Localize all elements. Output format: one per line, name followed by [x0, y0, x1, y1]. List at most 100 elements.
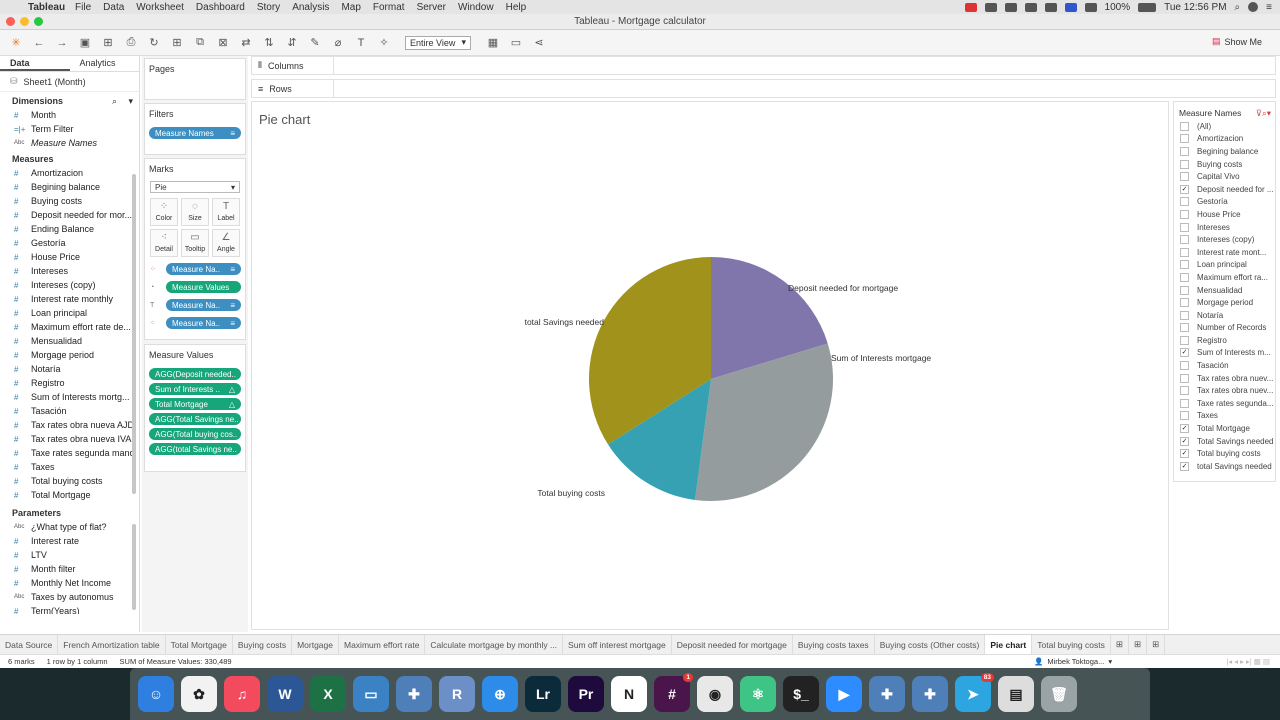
legend-item[interactable]: Registro — [1174, 334, 1275, 347]
chrome-icon[interactable]: ◉ — [697, 676, 733, 712]
measure-field[interactable]: # House Price — [0, 250, 139, 264]
mark-pill-angle[interactable]: Measure Values — [166, 281, 241, 293]
checkbox[interactable] — [1180, 285, 1189, 295]
sheet-tab[interactable]: Buying costs taxes — [793, 635, 875, 654]
legend-item[interactable]: Tax rates obra nuev... — [1174, 384, 1275, 397]
premiere-icon[interactable]: Pr — [568, 676, 604, 712]
legend-item[interactable]: Loan principal — [1174, 259, 1275, 272]
menu-analysis[interactable]: Analysis — [292, 2, 329, 13]
mark-pill-color[interactable]: Measure Na.. ≡ — [166, 263, 241, 275]
app-menu[interactable]: Tableau — [28, 2, 65, 13]
menu-dashboard[interactable]: Dashboard — [196, 2, 245, 13]
checkbox[interactable]: ✓ — [1180, 348, 1189, 358]
measures-scrollbar[interactable] — [132, 174, 136, 494]
new-dashboard-tab-icon[interactable]: ⊞ — [1129, 635, 1148, 654]
pages-card[interactable]: Pages — [144, 58, 246, 100]
measure-field[interactable]: # Notaría — [0, 362, 139, 376]
measure-field[interactable]: # Intereses — [0, 264, 139, 278]
excel-icon[interactable]: X — [310, 676, 346, 712]
measures-list[interactable]: # Amortizacion # Begining balance # Buying co… — [0, 166, 139, 504]
columns-shelf[interactable]: ⦀ Columns — [251, 56, 1276, 75]
zoom-icon[interactable]: ▶ — [826, 676, 862, 712]
finder-icon[interactable]: ☺ — [138, 676, 174, 712]
measure-field[interactable]: # Ending Balance — [0, 222, 139, 236]
legend-item[interactable]: ✓ Total Mortgage — [1174, 422, 1275, 435]
legend-item[interactable]: Capital Vivo — [1174, 170, 1275, 183]
checkbox[interactable] — [1180, 373, 1189, 383]
fit-select[interactable]: Entire View ▾ — [405, 35, 471, 50]
checkbox[interactable] — [1180, 310, 1189, 320]
datasource-item[interactable]: ⛁ Sheet1 (Month) — [0, 72, 139, 92]
mark-pill-detail[interactable]: Measure Na.. ≡ — [166, 317, 241, 329]
measure-field[interactable]: # Tasación — [0, 404, 139, 418]
clear-sheet-icon[interactable]: ⊠ — [215, 35, 231, 51]
zoom-icon[interactable] — [34, 17, 43, 26]
measure-field[interactable]: # Total buying costs — [0, 474, 139, 488]
close-icon[interactable] — [6, 17, 15, 26]
measure-field[interactable]: # Begining balance — [0, 180, 139, 194]
files-icon[interactable]: ▤ — [998, 676, 1034, 712]
legend-item[interactable]: Amortizacion — [1174, 133, 1275, 146]
checkbox[interactable] — [1180, 398, 1189, 408]
legend-item[interactable]: Intereses — [1174, 221, 1275, 234]
measure-field[interactable]: # Mensualidad — [0, 334, 139, 348]
measure-field[interactable]: # Loan principal — [0, 306, 139, 320]
legend-item[interactable]: (All) — [1174, 120, 1275, 133]
checkbox[interactable] — [1180, 146, 1189, 156]
legend-item[interactable]: ✓ Total buying costs — [1174, 447, 1275, 460]
legend-item[interactable]: Interest rate mont... — [1174, 246, 1275, 259]
legend-item[interactable]: Tax rates obra nuev... — [1174, 372, 1275, 385]
legend-item[interactable]: Notaría — [1174, 309, 1275, 322]
cloud-icon[interactable] — [1004, 2, 1017, 12]
lightroom-icon[interactable]: Lr — [525, 676, 561, 712]
label-button[interactable]: T Label — [212, 198, 240, 226]
measure-field[interactable]: # Deposit needed for mor... — [0, 208, 139, 222]
measure-field[interactable]: # Maximum effort rate de... — [0, 320, 139, 334]
sheet-tab[interactable]: Total Mortgage — [166, 635, 233, 654]
measure-field[interactable]: # Total Mortgage — [0, 488, 139, 502]
menu-map[interactable]: Map — [341, 2, 360, 13]
legend-item[interactable]: Tasación — [1174, 359, 1275, 372]
legend-item[interactable]: ✓ total Savings needed — [1174, 460, 1275, 473]
sheet-tab[interactable]: Calculate mortgage by monthly ... — [425, 635, 564, 654]
tableau-logo-icon[interactable]: ✳ — [8, 35, 24, 51]
refresh-icon[interactable]: ↻ — [146, 35, 162, 51]
measure-field[interactable]: # Buying costs — [0, 194, 139, 208]
filter-pill[interactable]: Measure Names ≡ — [149, 127, 241, 139]
measure-field[interactable]: # Morgage period — [0, 348, 139, 362]
keynote-icon[interactable]: ▭ — [353, 676, 389, 712]
duplicate-sheet-icon[interactable]: ⧉ — [192, 35, 208, 51]
new-worksheet-tab-icon[interactable]: ⊞ — [1111, 635, 1129, 654]
measure-field[interactable]: # Tax rates obra nueva IVA — [0, 432, 139, 446]
checkbox[interactable] — [1180, 361, 1189, 371]
parameters-scrollbar[interactable] — [132, 524, 136, 610]
parameter-field[interactable]: # Term(Years) — [0, 604, 139, 614]
swap-icon[interactable]: ⇄ — [238, 35, 254, 51]
checkbox[interactable] — [1180, 323, 1189, 333]
checkbox[interactable] — [1180, 298, 1189, 308]
checkbox[interactable] — [1180, 209, 1189, 219]
tableau2-icon[interactable]: ✚ — [869, 676, 905, 712]
sort-ascending-icon[interactable]: ⇅ — [261, 35, 277, 51]
measure-field[interactable]: # Taxes — [0, 460, 139, 474]
checkbox[interactable] — [1180, 172, 1189, 182]
menu-window[interactable]: Window — [458, 2, 494, 13]
undo-icon[interactable]: ← — [31, 35, 47, 51]
parameter-field[interactable]: Abc ¿What type of flat? — [0, 520, 139, 534]
parameter-field[interactable]: # Monthly Net Income — [0, 576, 139, 590]
size-button[interactable]: ◌ Size — [181, 198, 209, 226]
user-icon[interactable] — [1248, 2, 1259, 12]
checkbox[interactable] — [1180, 386, 1189, 396]
search-icon[interactable]: ⌕ — [112, 96, 117, 107]
measure-field[interactable]: # Registro — [0, 376, 139, 390]
measure-field[interactable]: # Interest rate monthly — [0, 292, 139, 306]
measure-field[interactable]: # Intereses (copy) — [0, 278, 139, 292]
user-menu[interactable]: 👤 Mirbek Toktoga... ▾ — [1034, 657, 1112, 666]
measure-field[interactable]: # Amortizacion — [0, 166, 139, 180]
minimize-icon[interactable] — [20, 17, 29, 26]
new-story-tab-icon[interactable]: ⊞ — [1147, 635, 1166, 654]
checkbox[interactable] — [1180, 335, 1189, 345]
dimension-field[interactable]: =|+ Term Filter — [0, 122, 139, 136]
legend-item[interactable]: Mensualidad — [1174, 284, 1275, 297]
battery-percent[interactable]: 100% — [1105, 2, 1131, 13]
